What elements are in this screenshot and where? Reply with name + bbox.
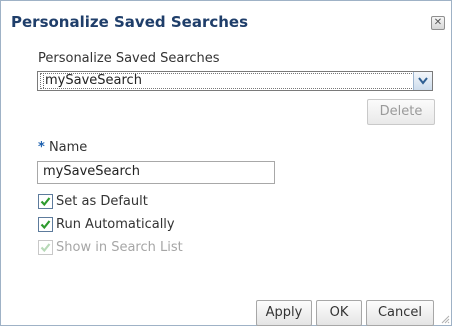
name-label-text: Name: [48, 140, 88, 155]
ok-button[interactable]: OK: [316, 300, 362, 326]
resize-grip-icon[interactable]: [441, 315, 450, 324]
delete-button[interactable]: Delete: [367, 99, 435, 125]
checkbox-checked-icon[interactable]: [38, 194, 53, 209]
name-field[interactable]: mySaveSearch: [37, 161, 275, 184]
show-in-search-list-label: Show in Search List: [56, 240, 183, 255]
saved-search-selected-value: mySaveSearch: [43, 73, 142, 88]
required-marker: *: [38, 140, 45, 155]
name-label: * Name: [38, 140, 87, 155]
personalize-saved-searches-dialog: Personalize Saved Searches ✕ Personalize…: [0, 0, 452, 326]
dialog-titlebar[interactable]: Personalize Saved Searches ✕: [1, 1, 451, 41]
saved-search-select[interactable]: mySaveSearch: [37, 71, 433, 91]
run-automatically-label: Run Automatically: [56, 217, 175, 232]
set-as-default-label: Set as Default: [56, 194, 148, 209]
chevron-down-icon[interactable]: [413, 72, 432, 90]
apply-button[interactable]: Apply: [256, 300, 312, 326]
dialog-title: Personalize Saved Searches: [11, 13, 249, 31]
cancel-button[interactable]: Cancel: [366, 300, 434, 326]
saved-search-label: Personalize Saved Searches: [38, 51, 220, 66]
checkbox-checked-icon: [38, 240, 53, 255]
checkbox-checked-icon[interactable]: [38, 217, 53, 232]
close-icon[interactable]: ✕: [431, 16, 445, 30]
name-field-value: mySaveSearch: [43, 164, 140, 179]
